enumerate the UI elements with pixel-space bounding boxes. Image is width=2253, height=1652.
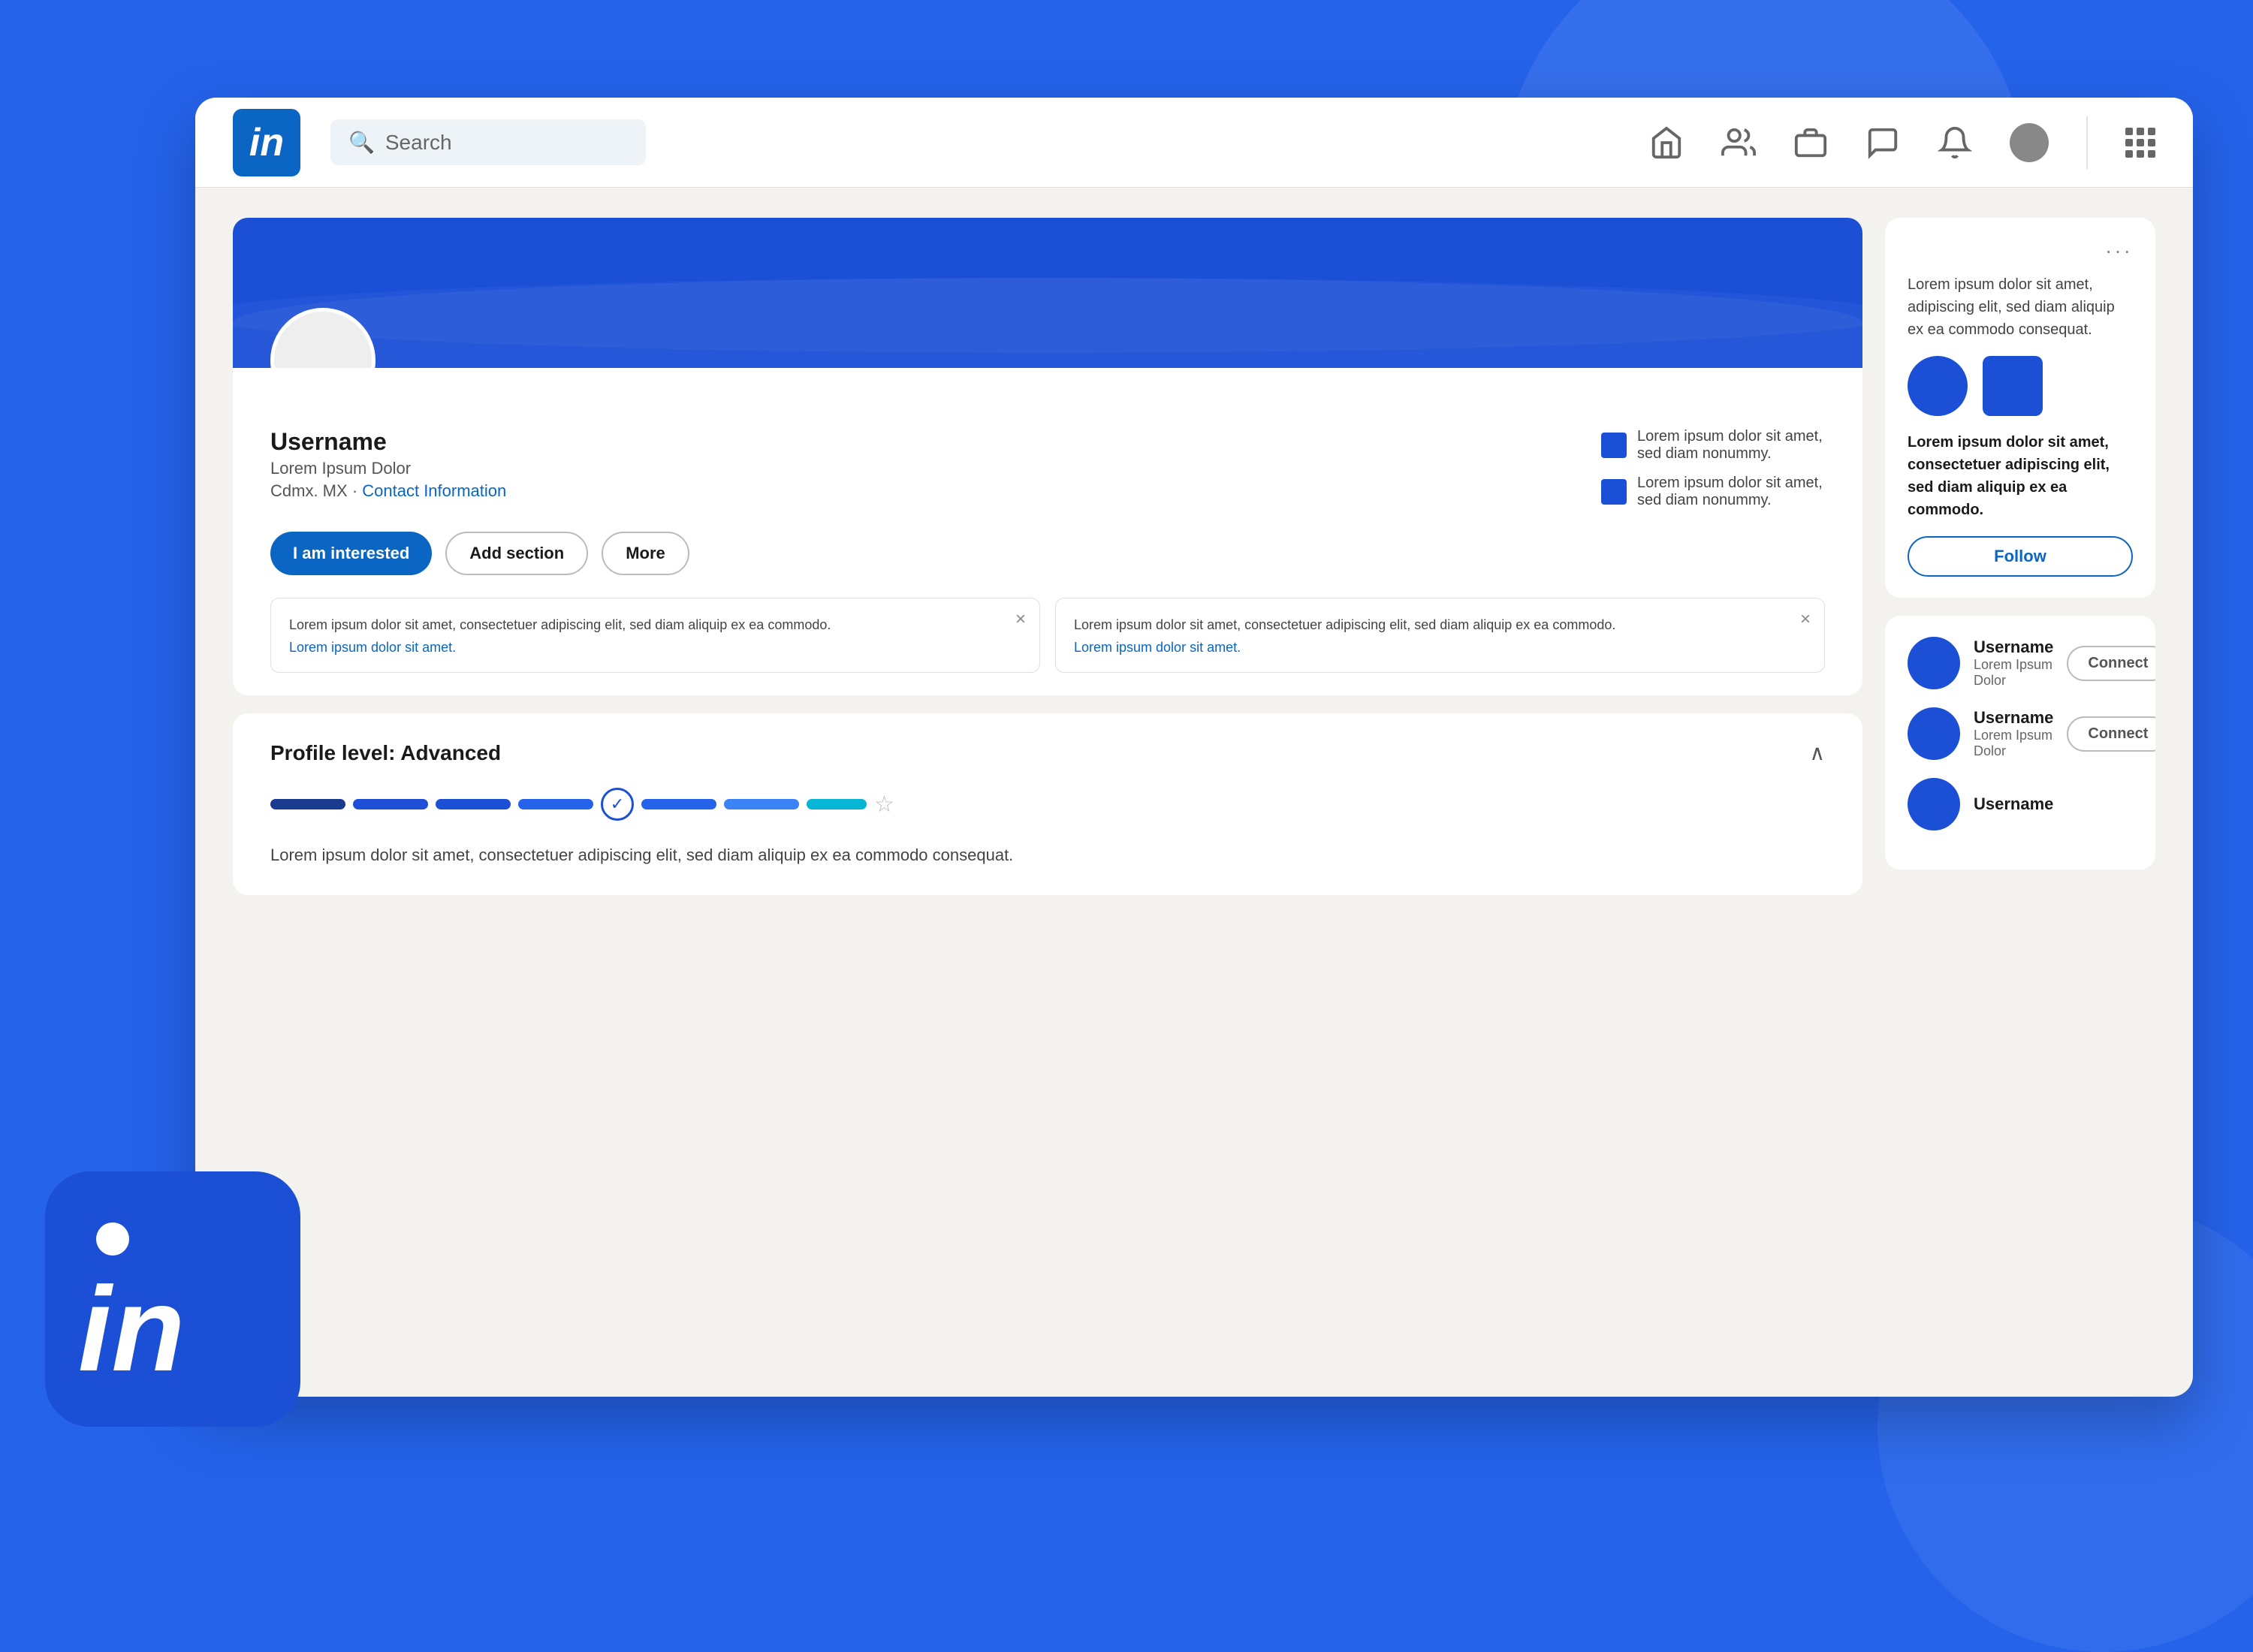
person-name-2: Username [1974,708,2053,728]
notif-link-2[interactable]: Lorem ipsum dolor sit amet. [1074,640,1806,656]
notif-text-2: Lorem ipsum dolor sit amet, consectetuer… [1074,615,1806,635]
user-avatar-nav[interactable] [2010,123,2049,162]
three-dots-icon[interactable]: ··· [2105,239,2133,263]
sidebar-ad-card: ··· Lorem ipsum dolor sit amet, adipisci… [1885,218,2155,598]
progress-seg-5 [641,799,716,809]
location-separator: · [352,481,362,500]
person-avatar-2 [1908,707,1960,760]
location-text: Cdmx. MX [270,481,348,500]
badge-icon-2 [1601,479,1627,505]
person-title-2: Lorem Ipsum Dolor [1974,728,2053,759]
person-avatar-3 [1908,778,1960,831]
person-item-2: Username Lorem Ipsum Dolor Connect [1908,707,2133,760]
search-icon: 🔍 [348,130,375,155]
notification-card-1: × Lorem ipsum dolor sit amet, consectetu… [270,598,1040,673]
sidebar-card-header: ··· [1908,239,2133,263]
person-info-2: Username Lorem Ipsum Dolor [1974,708,2053,759]
star-icon[interactable]: ☆ [874,791,894,818]
search-input[interactable]: Search [385,131,452,155]
sidebar-ad-text: Lorem ipsum dolor sit amet, adipiscing e… [1908,273,2133,341]
sidebar-logos [1908,356,2133,416]
people-you-may-know-card: Username Lorem Ipsum Dolor Connect Usern… [1885,616,2155,870]
center-column: Username Lorem Ipsum Dolor Cdmx. MX · Co… [233,218,1862,1367]
sidebar-card-desc: Lorem ipsum dolor sit amet, consectetuer… [1908,431,2133,521]
logo-in-text: in [78,1269,185,1389]
progress-seg-6 [724,799,799,809]
sidebar-logo-square [1983,356,2043,416]
progress-seg-3 [436,799,511,809]
notif-text-1: Lorem ipsum dolor sit amet, consectetuer… [289,615,1021,635]
person-name-1: Username [1974,638,2053,657]
badge-text-2: Lorem ipsum dolor sit amet, sed diam non… [1637,475,1825,509]
person-avatar-1 [1908,637,1960,689]
profile-text: Username Lorem Ipsum Dolor Cdmx. MX · Co… [270,428,506,501]
notif-link-1[interactable]: Lorem ipsum dolor sit amet. [289,640,1021,656]
person-info-3: Username [1974,794,2133,814]
person-item-1: Username Lorem Ipsum Dolor Connect [1908,637,2133,689]
person-item-3: Username [1908,778,2133,831]
navbar: in 🔍 Search [195,98,2193,188]
bell-icon[interactable] [1938,125,1972,160]
progress-bar: ✓ ☆ [270,788,1825,821]
close-icon-2[interactable]: × [1800,609,1811,630]
profile-location: Cdmx. MX · Contact Information [270,481,506,501]
connect-button-2[interactable]: Connect [2067,716,2155,752]
linkedin-logo-large: in [45,1171,300,1427]
sidebar-logo-circle [1908,356,1968,416]
follow-button[interactable]: Follow [1908,536,2133,577]
profile-card: Username Lorem Ipsum Dolor Cdmx. MX · Co… [233,218,1862,695]
add-section-button[interactable]: Add section [445,532,588,575]
level-description: Lorem ipsum dolor sit amet, consectetuer… [270,842,1825,868]
briefcase-icon[interactable] [1793,125,1828,160]
navbar-logo-text: in [249,120,284,165]
apps-grid-icon[interactable] [2125,128,2155,158]
search-bar[interactable]: 🔍 Search [330,119,646,165]
notification-cards: × Lorem ipsum dolor sit amet, consectetu… [233,598,1862,695]
badge-text-1: Lorem ipsum dolor sit amet, sed diam non… [1637,428,1825,463]
profile-level-card: Profile level: Advanced ∧ ✓ ☆ Lorem ipsu… [233,713,1862,895]
level-header: Profile level: Advanced ∧ [270,740,1825,765]
contact-info-link[interactable]: Contact Information [362,481,506,500]
person-title-1: Lorem Ipsum Dolor [1974,657,2053,689]
progress-seg-2 [353,799,428,809]
badge-item-1: Lorem ipsum dolor sit amet, sed diam non… [1601,428,1825,463]
right-sidebar: ··· Lorem ipsum dolor sit amet, adipisci… [1885,218,2155,1367]
person-info-1: Username Lorem Ipsum Dolor [1974,638,2053,689]
people-icon[interactable] [1721,125,1756,160]
home-icon[interactable] [1649,125,1684,160]
banner-wave2 [233,278,1862,353]
profile-badges: Lorem ipsum dolor sit amet, sed diam non… [1601,428,1825,509]
profile-banner [233,218,1862,368]
profile-info: Username Lorem Ipsum Dolor Cdmx. MX · Co… [233,368,1862,532]
nav-icons [1649,116,2155,169]
progress-seg-4 [518,799,593,809]
badge-icon-1 [1601,433,1627,458]
profile-subtitle: Lorem Ipsum Dolor [270,459,506,478]
level-title: Profile level: Advanced [270,741,501,765]
progress-check-icon: ✓ [601,788,634,821]
main-content: Username Lorem Ipsum Dolor Cdmx. MX · Co… [195,188,2193,1397]
profile-name: Username [270,428,506,456]
profile-actions: I am interested Add section More [233,532,1862,598]
progress-seg-1 [270,799,345,809]
chevron-up-icon[interactable]: ∧ [1810,740,1826,765]
logo-dot [96,1222,129,1256]
notification-card-2: × Lorem ipsum dolor sit amet, consectetu… [1055,598,1825,673]
nav-divider [2086,116,2088,169]
connect-button-1[interactable]: Connect [2067,646,2155,681]
person-name-3: Username [1974,794,2133,814]
interested-button[interactable]: I am interested [270,532,432,575]
browser-window: in 🔍 Search [195,98,2193,1397]
navbar-logo: in [233,109,300,176]
progress-seg-7 [807,799,867,809]
chat-icon[interactable] [1865,125,1900,160]
close-icon-1[interactable]: × [1015,609,1026,630]
badge-item-2: Lorem ipsum dolor sit amet, sed diam non… [1601,475,1825,509]
more-button[interactable]: More [602,532,689,575]
